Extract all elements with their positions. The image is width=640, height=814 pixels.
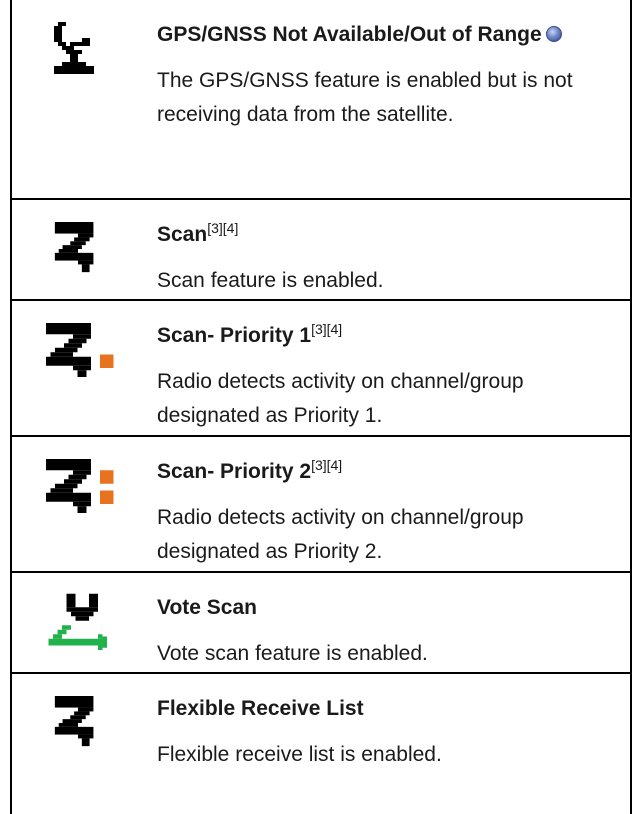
table-row-scan-priority-1: Scan- Priority 1[3][4] Radio detects act…: [12, 301, 630, 437]
reference-superscript: [3][4]: [311, 457, 343, 473]
row-title: GPS/GNSS Not Available/Out of Range: [157, 18, 616, 52]
icon-cell: [12, 200, 147, 299]
row-description: The GPS/GNSS feature is enabled but is n…: [157, 69, 573, 126]
reference-superscript: [3][4]: [207, 220, 239, 236]
icon-cell: [12, 437, 147, 571]
flexible-receive-list-icon: [54, 696, 94, 747]
row-description: Radio detects activity on channel/group …: [157, 370, 524, 427]
description-cell: Flexible Receive List Flexible receive l…: [157, 692, 616, 772]
description-cell: Scan- Priority 2[3][4] Radio detects act…: [157, 455, 616, 569]
icon-cell: [12, 674, 147, 814]
table-row-gps: GPS/GNSS Not Available/Out of Range The …: [12, 0, 630, 200]
gps-not-available-icon: [54, 22, 94, 74]
table-row-flexible-receive-list: Flexible Receive List Flexible receive l…: [12, 674, 630, 814]
row-description: Flexible receive list is enabled.: [157, 743, 442, 766]
row-title: Scan[3][4]: [157, 220, 239, 246]
scan-priority-1-icon: [46, 323, 114, 377]
row-description: Scan feature is enabled.: [157, 269, 384, 292]
table-row-scan: Scan[3][4] Scan feature is enabled.: [12, 200, 630, 301]
row-description: Vote scan feature is enabled.: [157, 642, 428, 665]
row-description: Radio detects activity on channel/group …: [157, 506, 524, 563]
status-icon-table: GPS/GNSS Not Available/Out of Range The …: [10, 0, 632, 814]
row-title: Vote Scan: [157, 596, 257, 619]
table-row-scan-priority-2: Scan- Priority 2[3][4] Radio detects act…: [12, 437, 630, 573]
scan-priority-2-icon: [46, 459, 114, 513]
icon-cell: [12, 573, 147, 672]
description-cell: Scan- Priority 1[3][4] Radio detects act…: [157, 319, 616, 433]
icon-cell: [12, 301, 147, 435]
description-cell: GPS/GNSS Not Available/Out of Range The …: [157, 18, 616, 132]
row-title: Scan- Priority 2[3][4]: [157, 457, 343, 483]
scan-icon: [54, 222, 94, 273]
globe-icon: [545, 26, 562, 42]
row-title: Flexible Receive List: [157, 697, 364, 720]
vote-scan-icon: [48, 593, 107, 650]
table-row-vote-scan: Vote Scan Vote scan feature is enabled.: [12, 573, 630, 674]
description-cell: Vote Scan Vote scan feature is enabled.: [157, 591, 616, 671]
icon-cell: [12, 0, 147, 198]
reference-superscript: [3][4]: [311, 321, 343, 337]
row-title: Scan- Priority 1[3][4]: [157, 321, 343, 347]
description-cell: Scan[3][4] Scan feature is enabled.: [157, 218, 616, 298]
